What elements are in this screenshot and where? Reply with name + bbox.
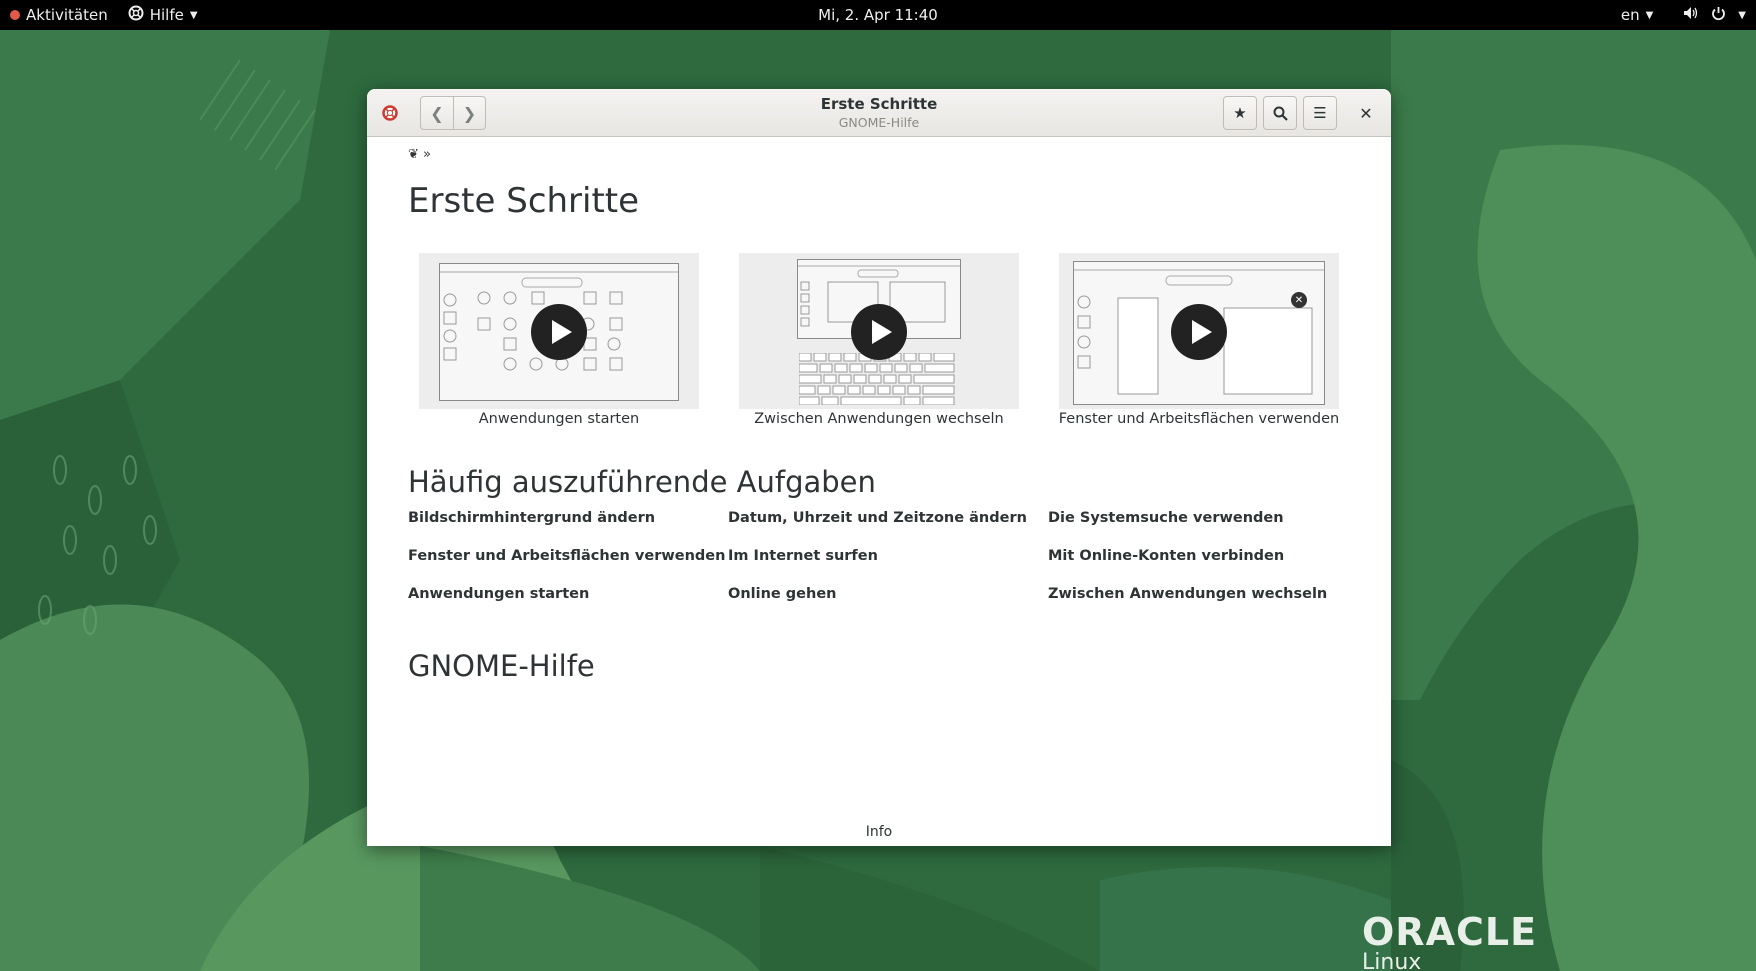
chevron-down-icon: ▼: [189, 9, 198, 21]
video-caption: Anwendungen starten: [478, 411, 640, 427]
link-switch-apps[interactable]: Zwischen Anwendungen wechseln: [1048, 583, 1368, 605]
video-windows-workspaces[interactable]: ✕: [1059, 253, 1339, 409]
video-caption: Zwischen Anwendungen wechseln: [754, 411, 1004, 427]
close-button[interactable]: ✕: [1349, 96, 1383, 130]
link-background[interactable]: Bildschirmhintergrund ändern: [408, 507, 728, 529]
task-links: Bildschirmhintergrund ändern Datum, Uhrz…: [408, 507, 1368, 605]
link-online-accounts[interactable]: Mit Online-Konten verbinden: [1048, 545, 1368, 567]
volume-icon: [1683, 6, 1699, 24]
navigation-buttons: ❮ ❯: [420, 96, 486, 130]
help-window: ❮ ❯ Erste Schritte GNOME-Hilfe ★ ☰ ✕ ❦ »…: [367, 89, 1391, 846]
star-icon: ★: [1233, 104, 1247, 122]
activities-label: Aktivitäten: [26, 6, 108, 24]
link-system-search[interactable]: Die Systemsuche verwenden: [1048, 507, 1368, 529]
link-datetime[interactable]: Datum, Uhrzeit und Zeitzone ändern: [728, 507, 1048, 529]
chevron-down-icon: ▼: [1738, 9, 1746, 21]
gnome-foot-icon[interactable]: ❦: [408, 147, 419, 162]
search-button[interactable]: [1263, 96, 1297, 130]
activities-button[interactable]: Aktivitäten: [0, 0, 118, 30]
header-bar: ❮ ❯ Erste Schritte GNOME-Hilfe ★ ☰ ✕: [367, 89, 1391, 137]
hamburger-icon: ☰: [1313, 104, 1327, 122]
oracle-linux-logo: ORACLE Linux: [1362, 910, 1538, 971]
link-browse-web[interactable]: Im Internet surfen: [728, 545, 1048, 567]
play-icon: [531, 304, 587, 360]
forward-button[interactable]: ❯: [453, 97, 485, 129]
chevron-left-icon: ❮: [430, 103, 444, 123]
video-caption: Fenster und Arbeitsflächen verwenden: [1058, 411, 1340, 427]
gnome-help-heading[interactable]: GNOME-Hilfe: [408, 649, 595, 683]
chevron-down-icon: ▼: [1645, 9, 1654, 21]
breadcrumb-separator: »: [423, 147, 432, 162]
tasks-heading: Häufig auszuführende Aufgaben: [408, 465, 876, 499]
bookmark-button[interactable]: ★: [1223, 96, 1257, 130]
video-launch-apps[interactable]: [419, 253, 699, 409]
back-button[interactable]: ❮: [421, 97, 453, 129]
link-go-online[interactable]: Online gehen: [728, 583, 1048, 605]
app-menu-label: Hilfe: [149, 6, 184, 24]
video-switch-apps[interactable]: [739, 253, 1019, 409]
activities-icon: [10, 10, 20, 20]
help-app-icon: [373, 96, 407, 130]
close-icon: ✕: [1291, 292, 1307, 308]
language-label: en: [1620, 6, 1640, 24]
menu-button[interactable]: ☰: [1303, 96, 1337, 130]
linux-wordmark: Linux: [1362, 950, 1422, 971]
language-selector[interactable]: en ▼: [1621, 6, 1653, 24]
search-icon: [1273, 106, 1288, 121]
app-menu-button[interactable]: Hilfe ▼: [118, 0, 208, 30]
page-content: ❦ » Erste Schritte Anwendungen starten Z…: [367, 137, 1391, 846]
link-windows-workspaces[interactable]: Fenster und Arbeitsflächen verwenden: [408, 545, 728, 567]
chevron-right-icon: ❯: [462, 103, 477, 123]
clock[interactable]: Mi, 2. Apr 11:40: [818, 6, 938, 24]
top-bar: Aktivitäten Hilfe ▼ Mi, 2. Apr 11:40 en …: [0, 0, 1756, 30]
link-launch-apps[interactable]: Anwendungen starten: [408, 583, 728, 605]
play-icon: [851, 304, 907, 360]
keyboard-illustration: [799, 353, 955, 405]
lifebuoy-icon: [128, 5, 144, 25]
play-icon: [1171, 304, 1227, 360]
power-icon: [1711, 6, 1726, 25]
system-menu[interactable]: ▼: [1667, 6, 1746, 25]
info-link[interactable]: Info: [367, 824, 1391, 840]
close-icon: ✕: [1359, 103, 1373, 123]
breadcrumb: ❦ »: [408, 147, 431, 162]
oracle-wordmark: ORACLE: [1362, 910, 1538, 954]
page-title: Erste Schritte: [408, 181, 640, 221]
